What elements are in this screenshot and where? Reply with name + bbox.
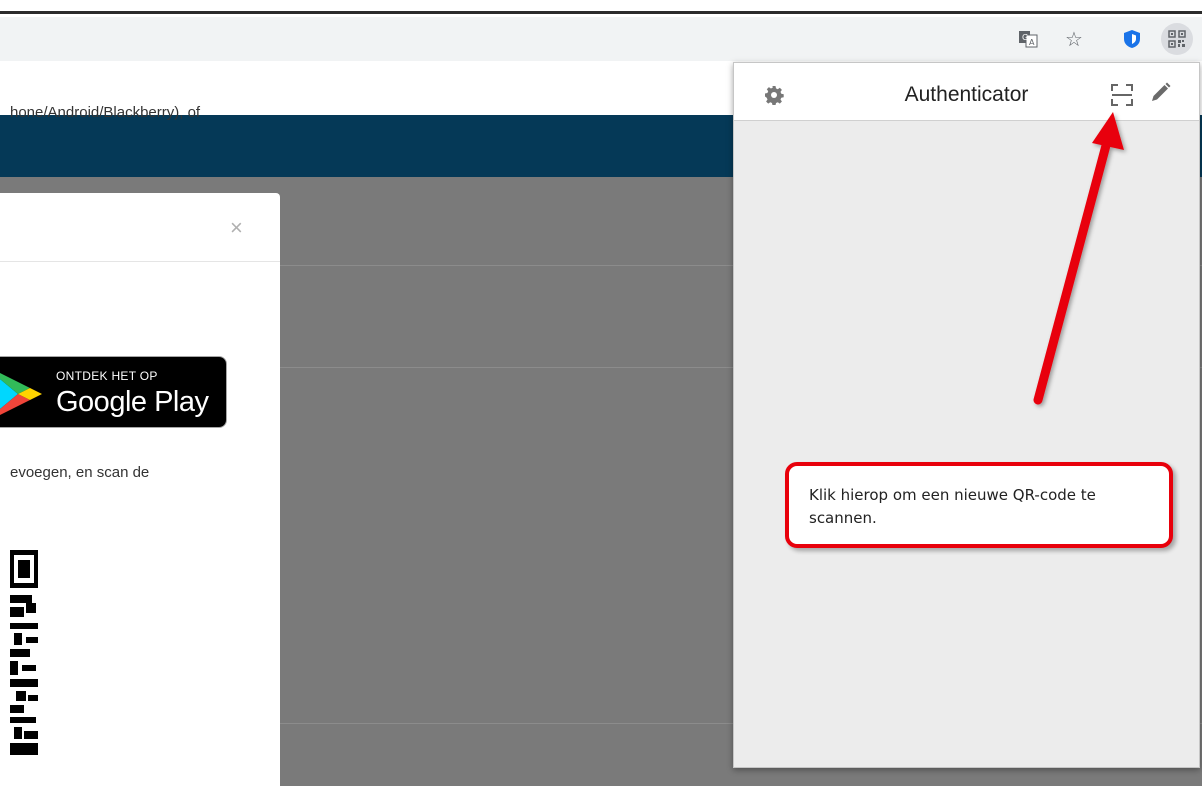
- pencil-icon[interactable]: [1149, 82, 1171, 104]
- callout-text: Klik hierop om een nieuwe QR-code te sca…: [809, 486, 1096, 527]
- authenticator-popup: Authenticator: [733, 62, 1200, 768]
- annotation-callout: Klik hierop om een nieuwe QR-code te sca…: [785, 462, 1173, 548]
- scan-qr-icon[interactable]: [1111, 84, 1133, 106]
- shield-icon[interactable]: [1119, 26, 1145, 52]
- bookmark-star-icon[interactable]: ☆: [1061, 26, 1087, 52]
- qr-extension-icon[interactable]: [1161, 23, 1193, 55]
- translate-icon[interactable]: G A: [1015, 26, 1041, 52]
- google-play-logo-icon: [0, 373, 42, 415]
- modal-instruction-text: hone/Android/Blackberry), of: [10, 104, 201, 121]
- modal-header: ×: [0, 193, 280, 262]
- svg-text:A: A: [1029, 38, 1035, 47]
- modal-instruction-text: evoegen, en scan de: [10, 464, 150, 481]
- qr-code-partial: [10, 550, 38, 755]
- close-icon[interactable]: ×: [230, 217, 243, 239]
- popup-header: Authenticator: [734, 63, 1199, 121]
- google-play-pretext: ONTDEK HET OP: [56, 369, 158, 383]
- google-play-badge[interactable]: ONTDEK HET OP Google Play: [0, 356, 227, 428]
- google-play-label: Google Play: [56, 386, 209, 418]
- browser-toolbar: G A ☆: [0, 17, 1202, 61]
- setup-modal: ×: [0, 193, 280, 786]
- svg-text:G: G: [1022, 33, 1028, 42]
- window-top-border: [0, 0, 1202, 14]
